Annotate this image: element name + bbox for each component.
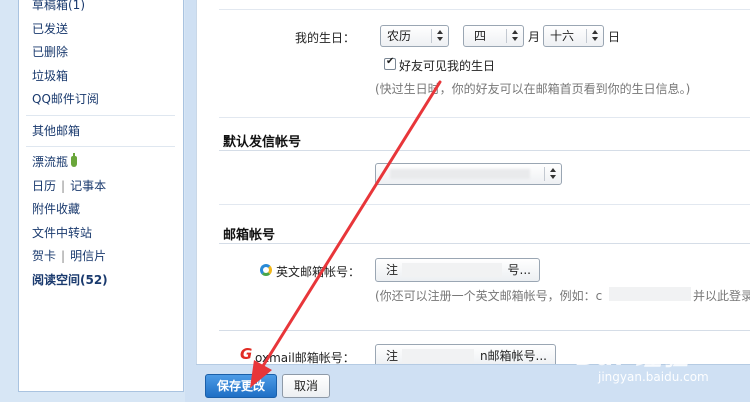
- mail-accounts-title: 邮箱帐号: [223, 228, 276, 243]
- birthday-month-select[interactable]: 四: [463, 25, 524, 47]
- baidu-jingyan-watermark: Bai 经验 jingyan.baidu.com: [542, 322, 742, 392]
- birthday-label: 我的生日：: [295, 31, 356, 45]
- select-arrows-icon: [550, 167, 556, 181]
- cancel-button[interactable]: 取消: [282, 374, 330, 398]
- sidebar-link-postcards[interactable]: 明信片: [70, 249, 106, 263]
- divider: [219, 204, 750, 205]
- select-arrows-icon: [437, 29, 443, 43]
- sidebar-item-cards-postcards: 贺卡 | 明信片: [32, 249, 107, 263]
- paw-icon: [633, 336, 655, 360]
- folder-list: 草稿箱(1) 已发送 已删除 垃圾箱 QQ邮件订阅 其他邮箱 漂流瓶 日历 | 记事…: [18, 0, 184, 392]
- select-arrows-icon: [512, 29, 518, 43]
- register-english-account-button[interactable]: 注 号...: [375, 258, 540, 282]
- birthday-day-select[interactable]: 十六: [543, 25, 604, 47]
- divider: [219, 117, 750, 118]
- english-account-label: 英文邮箱帐号：: [276, 265, 361, 279]
- sidebar-item-file-transfer[interactable]: 文件中转站: [32, 222, 183, 246]
- divider: [219, 9, 750, 10]
- calendar-type-select[interactable]: 农历: [380, 25, 449, 47]
- default-sender-select[interactable]: [375, 163, 562, 185]
- default-sender-title: 默认发信帐号: [223, 135, 302, 150]
- english-account-icon: [260, 264, 272, 276]
- select-arrows-icon: [592, 29, 598, 43]
- english-account-hint-end: 并以此登录: [693, 289, 750, 303]
- sidebar-link-calendar[interactable]: 日历: [32, 179, 56, 193]
- redacted-value: [390, 169, 530, 179]
- month-unit: 月: [528, 30, 541, 44]
- settings-panel: 我的生日： 农历 四 月 十六 日 好友可见我的生日 (快过生日时，你的好友可以…: [196, 0, 750, 368]
- redacted-value: [402, 349, 474, 363]
- divider: [219, 150, 750, 151]
- sidebar-item-deleted[interactable]: 已删除: [32, 41, 183, 65]
- sidebar-link-notes[interactable]: 记事本: [70, 179, 106, 193]
- day-unit: 日: [608, 30, 621, 44]
- save-button[interactable]: 保存更改: [205, 374, 277, 398]
- sidebar-item-reading-space[interactable]: 阅读空间(52): [32, 269, 183, 293]
- foxmail-icon: G: [240, 345, 253, 363]
- watermark-url: jingyan.baidu.com: [598, 370, 709, 384]
- sidebar-item-spam[interactable]: 垃圾箱: [32, 65, 183, 89]
- sidebar-divider: [26, 114, 175, 116]
- sidebar-link-cards[interactable]: 贺卡: [32, 249, 56, 263]
- sidebar: 草稿箱(1) 已发送 已删除 垃圾箱 QQ邮件订阅 其他邮箱 漂流瓶 日历 | 记事…: [0, 0, 185, 402]
- friends-visible-label: 好友可见我的生日: [399, 59, 496, 73]
- divider: [219, 243, 750, 244]
- friends-visible-checkbox[interactable]: [384, 56, 396, 70]
- sidebar-item-drafts[interactable]: 草稿箱(1): [32, 0, 183, 18]
- sidebar-item-attachments[interactable]: 附件收藏: [32, 198, 183, 222]
- sidebar-divider: [26, 146, 175, 147]
- birthday-hint: (快过生日时，你的好友可以在邮箱首页看到你的生日信息。): [375, 82, 691, 96]
- sidebar-item-drift-bottle[interactable]: 漂流瓶: [32, 151, 183, 175]
- sidebar-item-qq-subscription[interactable]: QQ邮件订阅: [32, 88, 183, 112]
- sidebar-item-sent[interactable]: 已发送: [32, 18, 183, 42]
- english-account-hint-start: (你还可以注册一个英文邮箱帐号，例如：c: [375, 289, 603, 303]
- redacted-value: [402, 263, 502, 277]
- sidebar-item-other-mailboxes[interactable]: 其他邮箱: [32, 120, 183, 144]
- sidebar-item-calendar-notes: 日历 | 记事本: [32, 178, 107, 193]
- bottle-icon: [71, 153, 78, 167]
- redacted-value: [609, 287, 691, 301]
